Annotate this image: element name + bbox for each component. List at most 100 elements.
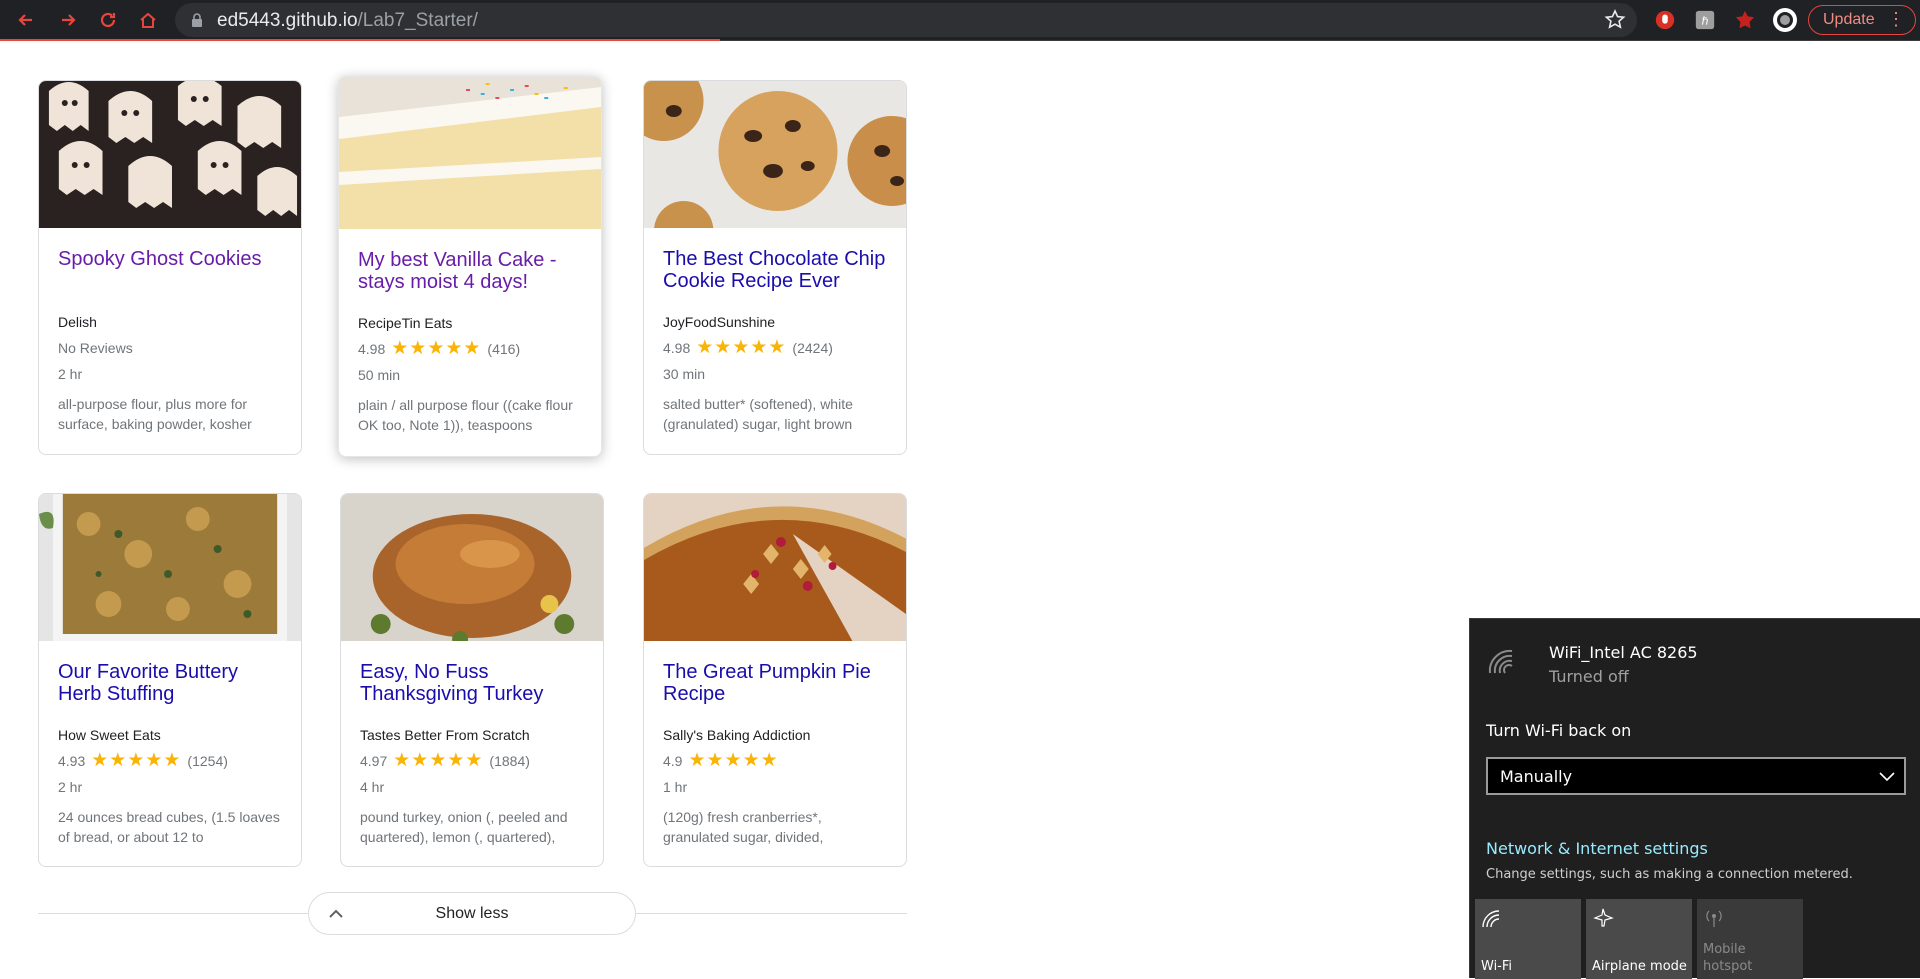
extension-puzzle-icon[interactable]: ℏ [1692, 7, 1718, 33]
recipe-rating: No Reviews [58, 339, 282, 357]
recipe-org: JoyFoodSunshine [663, 314, 776, 330]
page-load-progress [0, 39, 720, 41]
no-reviews-text: No Reviews [58, 340, 133, 356]
divider-right [636, 913, 907, 914]
home-button[interactable] [132, 4, 164, 36]
recipe-rating: 4.97 ★★★★★ (1884) [360, 750, 584, 771]
recipe-org: How Sweet Eats [58, 727, 161, 743]
profile-avatar-icon[interactable] [1772, 7, 1798, 33]
review-count: (1884) [489, 753, 530, 769]
update-button[interactable]: Update ⋮ [1808, 5, 1916, 35]
turn-wifi-on-label: Turn Wi-Fi back on [1486, 721, 1632, 740]
wifi-network-state: Turned off [1549, 667, 1629, 686]
show-less-button[interactable]: Show less [308, 892, 636, 935]
recipe-thumbnail [341, 494, 603, 641]
recipe-rating: 4.93 ★★★★★ (1254) [58, 750, 282, 771]
recipe-ingredients: plain / all purpose flour ((cake flour O… [358, 397, 573, 433]
recipe-org: RecipeTin Eats [358, 315, 453, 331]
recipe-title[interactable]: The Great Pumpkin Pie Recipe [663, 661, 887, 709]
recipe-thumbnail [39, 494, 301, 641]
airplane-icon [1593, 908, 1614, 927]
recipe-thumbnail [644, 494, 906, 641]
extension-adblock-icon[interactable] [1652, 7, 1678, 33]
recipe-card[interactable]: Our Favorite Buttery Herb Stuffing How S… [38, 493, 302, 867]
reload-icon [100, 12, 116, 28]
recipe-card[interactable]: The Great Pumpkin Pie Recipe Sally's Bak… [643, 493, 907, 867]
recipe-card[interactable]: The Best Chocolate Chip Cookie Recipe Ev… [643, 80, 907, 455]
turn-wifi-on-select[interactable]: Manually [1486, 757, 1906, 795]
arrow-left-icon [18, 14, 32, 26]
recipe-card[interactable]: My best Vanilla Cake - stays moist 4 day… [338, 76, 602, 457]
wifi-off-icon [1488, 649, 1513, 674]
address-bar[interactable]: ed5443.github.io/Lab7_Starter/ [175, 3, 1637, 37]
recipe-org: Sally's Baking Addiction [663, 727, 811, 743]
show-less-label: Show less [435, 905, 509, 922]
wifi-icon [1482, 910, 1500, 928]
recipe-title[interactable]: My best Vanilla Cake - stays moist 4 day… [358, 249, 582, 297]
recipe-time: 4 hr [360, 779, 385, 795]
home-icon [140, 12, 156, 28]
recipe-ingredients: all-purpose flour, plus more for surface… [58, 396, 252, 432]
wifi-toggle-tile[interactable]: Wi-Fi [1475, 899, 1581, 979]
reload-button[interactable] [92, 4, 124, 36]
review-count: (416) [487, 341, 521, 357]
rating-value: 4.93 [58, 753, 86, 769]
recipe-title[interactable]: Our Favorite Buttery Herb Stuffing [58, 661, 282, 709]
recipe-ingredients: (120g) fresh cranberries*, granulated su… [663, 809, 824, 845]
recipe-time: 2 hr [58, 366, 83, 382]
recipe-thumbnail [39, 81, 301, 228]
wifi-network-entry[interactable]: WiFi_Intel AC 8265 Turned off [1486, 643, 1906, 691]
rating-value: 4.98 [663, 340, 691, 356]
network-settings-description: Change settings, such as making a connec… [1486, 867, 1853, 882]
recipe-card[interactable]: Easy, No Fuss Thanksgiving Turkey Tastes… [340, 493, 604, 867]
recipe-org: Delish [58, 314, 97, 330]
hotspot-icon [1706, 910, 1722, 927]
tile-label: Wi-Fi [1481, 959, 1513, 974]
recipe-org: Tastes Better From Scratch [360, 727, 530, 743]
recipe-title[interactable]: Easy, No Fuss Thanksgiving Turkey [360, 661, 584, 709]
wifi-network-name: WiFi_Intel AC 8265 [1549, 643, 1698, 662]
chevron-down-icon [1879, 772, 1895, 782]
forward-button[interactable] [52, 4, 84, 36]
recipe-rating: 4.98 ★★★★★ (416) [358, 338, 582, 359]
recipe-title[interactable]: The Best Chocolate Chip Cookie Recipe Ev… [663, 248, 887, 296]
recipe-title[interactable]: Spooky Ghost Cookies [58, 248, 282, 296]
rating-value: 4.9 [663, 753, 683, 769]
wifi-flyout: WiFi_Intel AC 8265 Turned off Turn Wi-Fi… [1469, 618, 1920, 979]
turn-wifi-on-value: Manually [1500, 767, 1573, 786]
recipe-time: 1 hr [663, 779, 688, 795]
star-rating-icon: ★★★★★ [91, 750, 182, 771]
back-button[interactable] [10, 4, 42, 36]
arrow-right-icon [62, 14, 76, 26]
recipe-time: 2 hr [58, 779, 83, 795]
recipe-rating: 4.98 ★★★★★ (2424) [663, 337, 887, 358]
recipe-ingredients: pound turkey, onion (, peeled and quarte… [360, 809, 568, 845]
recipe-card[interactable]: Spooky Ghost Cookies Delish No Reviews 2… [38, 80, 302, 455]
airplane-mode-tile[interactable]: Airplane mode [1586, 899, 1692, 979]
recipe-ingredients: salted butter* (softened), white (granul… [663, 396, 853, 432]
recipe-ingredients: 24 ounces bread cubes, (1.5 loaves of br… [58, 809, 280, 845]
update-label: Update [1823, 11, 1875, 28]
more-vert-icon: ⋮ [1887, 9, 1905, 29]
star-rating-icon: ★★★★★ [393, 750, 484, 771]
mobile-hotspot-tile[interactable]: Mobile hotspot [1697, 899, 1803, 979]
bookmark-star-icon[interactable] [1603, 8, 1627, 32]
svg-text:ℏ: ℏ [1702, 15, 1709, 28]
star-rating-icon: ★★★★★ [696, 337, 787, 358]
network-settings-link[interactable]: Network & Internet settings [1486, 839, 1708, 858]
star-rating-icon: ★★★★★ [688, 750, 779, 771]
review-count: (1254) [187, 753, 228, 769]
star-rating-icon: ★★★★★ [391, 338, 482, 359]
recipe-thumbnail [644, 81, 906, 228]
browser-toolbar: ed5443.github.io/Lab7_Starter/ ℏ Update … [0, 0, 1920, 41]
divider-left [38, 913, 308, 914]
tile-label: Airplane mode [1592, 959, 1687, 974]
recipe-time: 30 min [663, 366, 706, 382]
rating-value: 4.98 [358, 341, 386, 357]
lock-icon [192, 13, 202, 27]
extension-red-icon[interactable] [1732, 7, 1758, 33]
tile-label: Mobile hotspot [1703, 942, 1753, 974]
recipe-time: 50 min [358, 367, 401, 383]
review-count: (2424) [792, 340, 833, 356]
rating-value: 4.97 [360, 753, 388, 769]
